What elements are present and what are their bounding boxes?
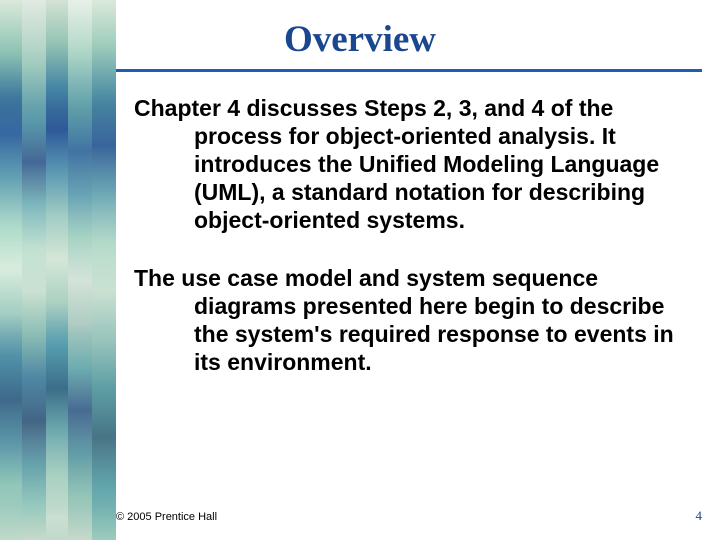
slide-content: Overview Chapter 4 discusses Steps 2, 3,…: [0, 0, 720, 540]
copyright-text: © 2005 Prentice Hall: [116, 511, 217, 523]
paragraph: Chapter 4 discusses Steps 2, 3, and 4 of…: [134, 94, 680, 234]
slide-footer: © 2005 Prentice Hall 4: [116, 508, 702, 524]
paragraph: The use case model and system sequence d…: [134, 264, 680, 376]
page-number: 4: [696, 508, 703, 524]
title-divider: [116, 69, 702, 72]
slide-body: Chapter 4 discusses Steps 2, 3, and 4 of…: [134, 94, 680, 376]
slide-title: Overview: [0, 0, 720, 69]
